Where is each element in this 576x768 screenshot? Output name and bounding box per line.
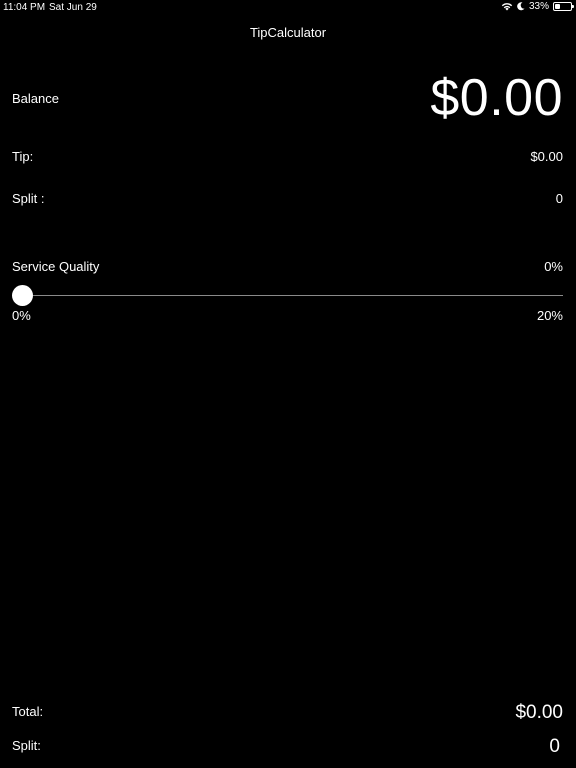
tip-value: $0.00 — [530, 149, 563, 164]
wifi-icon — [501, 2, 513, 11]
page-title: TipCalculator — [249, 25, 327, 40]
battery-fill — [555, 4, 560, 9]
battery-icon — [553, 2, 574, 11]
balance-value-field[interactable]: $0.00 — [430, 68, 563, 128]
moon-icon — [517, 2, 525, 11]
status-indicators: 33% — [501, 1, 574, 12]
total-label: Total: — [12, 704, 44, 719]
service-quality-slider-thumb[interactable] — [12, 285, 33, 306]
status-time: 11:04 PM — [3, 2, 46, 13]
service-quality-value: 0% — [544, 259, 563, 274]
status-date: Sat Jun 29 — [49, 2, 97, 13]
tip-label: Tip: — [12, 149, 34, 164]
balance-label: Balance — [12, 91, 59, 106]
service-quality-slider-track[interactable] — [22, 295, 563, 296]
service-quality-label: Service Quality — [12, 259, 100, 274]
slider-min-label: 0% — [12, 308, 31, 323]
split-label: Split : — [12, 191, 45, 206]
split-per-person-label: Split: — [12, 738, 41, 753]
battery-percent: 33% — [528, 1, 549, 12]
total-value: $0.00 — [515, 702, 563, 723]
split-value: 0 — [555, 191, 563, 206]
slider-max-label: 20% — [536, 308, 563, 323]
split-per-person-value: 0 — [549, 736, 560, 757]
